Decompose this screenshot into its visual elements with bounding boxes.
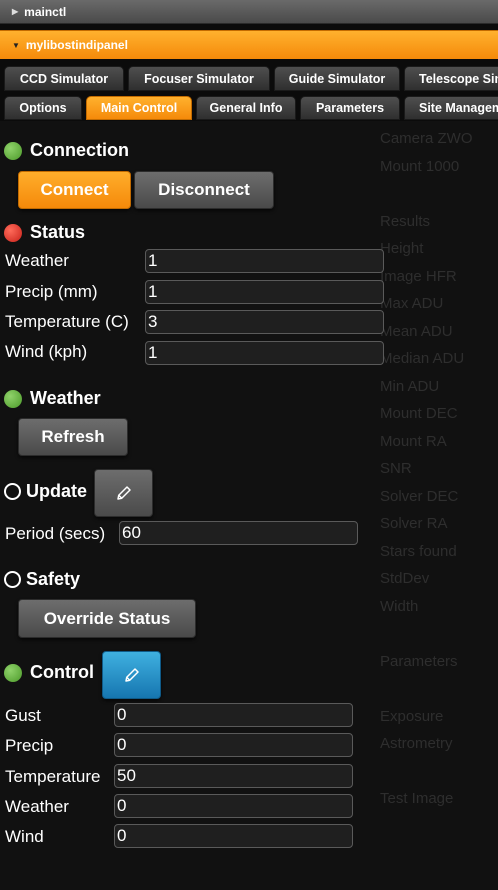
- panel-header-mylibostindipanel[interactable]: ▼ mylibostindipanel: [0, 30, 498, 59]
- status-temperature-label: Temperature (C): [5, 312, 129, 331]
- panel-header-mainctl[interactable]: ▶ mainctl: [0, 0, 498, 24]
- connection-status-light: [4, 141, 22, 160]
- pencil-icon: [116, 486, 131, 500]
- pencil-icon: [124, 668, 139, 682]
- control-precip-input[interactable]: 0: [114, 733, 353, 757]
- update-period-input[interactable]: 60: [119, 521, 358, 545]
- update-status-light: [4, 483, 21, 500]
- status-wind-label: Wind (kph): [5, 342, 88, 361]
- control-weather-label: Weather: [5, 797, 69, 816]
- control-temperature-input[interactable]: 50: [114, 764, 353, 788]
- control-gust-label: Gust: [5, 706, 41, 725]
- override-status-button[interactable]: Override Status: [18, 599, 196, 638]
- triangle-down-icon: ▼: [12, 40, 20, 50]
- safety-title: Safety: [26, 569, 81, 589]
- control-wind-input[interactable]: 0: [114, 824, 353, 848]
- connect-button[interactable]: Connect: [18, 171, 131, 209]
- control-weather-input[interactable]: 0: [114, 794, 353, 818]
- control-temperature-label: Temperature: [5, 767, 101, 786]
- weather-status-light: [4, 389, 22, 408]
- group-tab-bar: Options Main Control General Info Parame…: [4, 96, 498, 120]
- connection-title: Connection: [30, 140, 129, 160]
- bg-text: SNR: [380, 460, 412, 477]
- status-precip-value: 1: [145, 280, 384, 304]
- control-edit-button[interactable]: [102, 651, 161, 699]
- status-weather-label: Weather: [5, 251, 69, 270]
- safety-status-light: [4, 571, 21, 588]
- control-title: Control: [30, 662, 94, 682]
- tab-parameters[interactable]: Parameters: [300, 96, 400, 120]
- tab-ccd-simulator[interactable]: CCD Simulator: [4, 66, 124, 91]
- bg-text: Astrometry: [380, 735, 453, 752]
- update-edit-button[interactable]: [94, 469, 153, 517]
- bg-text: Mount 1000: [380, 157, 460, 175]
- control-gust-input[interactable]: 0: [114, 703, 353, 727]
- status-alert-light: [4, 223, 22, 242]
- bg-text: Mount DEC: [380, 405, 458, 422]
- bg-text: Height: [380, 240, 424, 257]
- bg-text: [370, 758, 498, 786]
- bg-text: Image HFR: [380, 267, 457, 285]
- panel-label-mylibostindipanel: mylibostindipanel: [25, 38, 128, 52]
- safety-header: Safety: [0, 569, 80, 590]
- control-precip-label: Precip: [5, 736, 54, 755]
- tab-site-management[interactable]: Site Managem: [404, 96, 498, 120]
- weather-header: Weather: [0, 388, 101, 409]
- status-header: Status: [0, 222, 85, 243]
- tab-options[interactable]: Options: [4, 96, 82, 120]
- update-period-label: Period (secs): [5, 524, 106, 543]
- update-title: Update: [26, 481, 88, 501]
- control-status-light: [4, 663, 22, 682]
- panel-label-mainctl: mainctl: [24, 4, 67, 19]
- bg-text: Stars found: [380, 542, 457, 560]
- disconnect-button[interactable]: Disconnect: [134, 171, 274, 209]
- bg-text: StdDev: [380, 570, 430, 587]
- tab-telescope-simulator[interactable]: Telescope Sim: [404, 66, 498, 91]
- bg-text: [370, 180, 498, 208]
- background-panel: Camera ZWO Mount 1000 Results Height Ima…: [370, 121, 498, 885]
- status-title: Status: [30, 222, 86, 242]
- bg-text: [370, 620, 498, 648]
- control-header: Control: [0, 662, 94, 683]
- update-header: Update: [0, 481, 87, 502]
- tab-general-info[interactable]: General Info: [196, 96, 296, 120]
- bg-text: Test Image: [380, 790, 454, 807]
- bg-text: [370, 675, 498, 703]
- status-temperature-value: 3: [145, 310, 384, 334]
- bg-text: Width: [380, 597, 419, 615]
- tab-main-control[interactable]: Main Control: [86, 96, 192, 120]
- tab-guide-simulator[interactable]: Guide Simulator: [274, 66, 400, 91]
- control-wind-label: Wind: [5, 827, 44, 846]
- refresh-button[interactable]: Refresh: [18, 418, 128, 456]
- triangle-right-icon: ▶: [12, 7, 19, 16]
- bg-text: Parameters: [380, 652, 458, 670]
- tab-focuser-simulator[interactable]: Focuser Simulator: [128, 66, 270, 91]
- bg-text: Camera ZWO: [380, 130, 473, 147]
- bg-text: Min ADU: [380, 377, 440, 395]
- bg-text: Solver RA: [380, 515, 448, 532]
- status-weather-value: 1: [145, 249, 384, 273]
- bg-text: Max ADU: [380, 295, 444, 312]
- bg-text: Results: [380, 212, 431, 230]
- device-tab-bar: CCD Simulator Focuser Simulator Guide Si…: [4, 66, 498, 91]
- connection-header: Connection: [0, 140, 129, 161]
- bg-text: Median ADU: [380, 350, 465, 367]
- weather-title: Weather: [30, 388, 101, 408]
- bg-text: Exposure: [380, 707, 444, 725]
- status-wind-value: 1: [145, 341, 384, 365]
- bg-text: Mount RA: [380, 432, 447, 450]
- status-precip-label: Precip (mm): [5, 282, 98, 301]
- bg-text: Mean ADU: [380, 322, 453, 340]
- bg-text: Solver DEC: [380, 487, 459, 505]
